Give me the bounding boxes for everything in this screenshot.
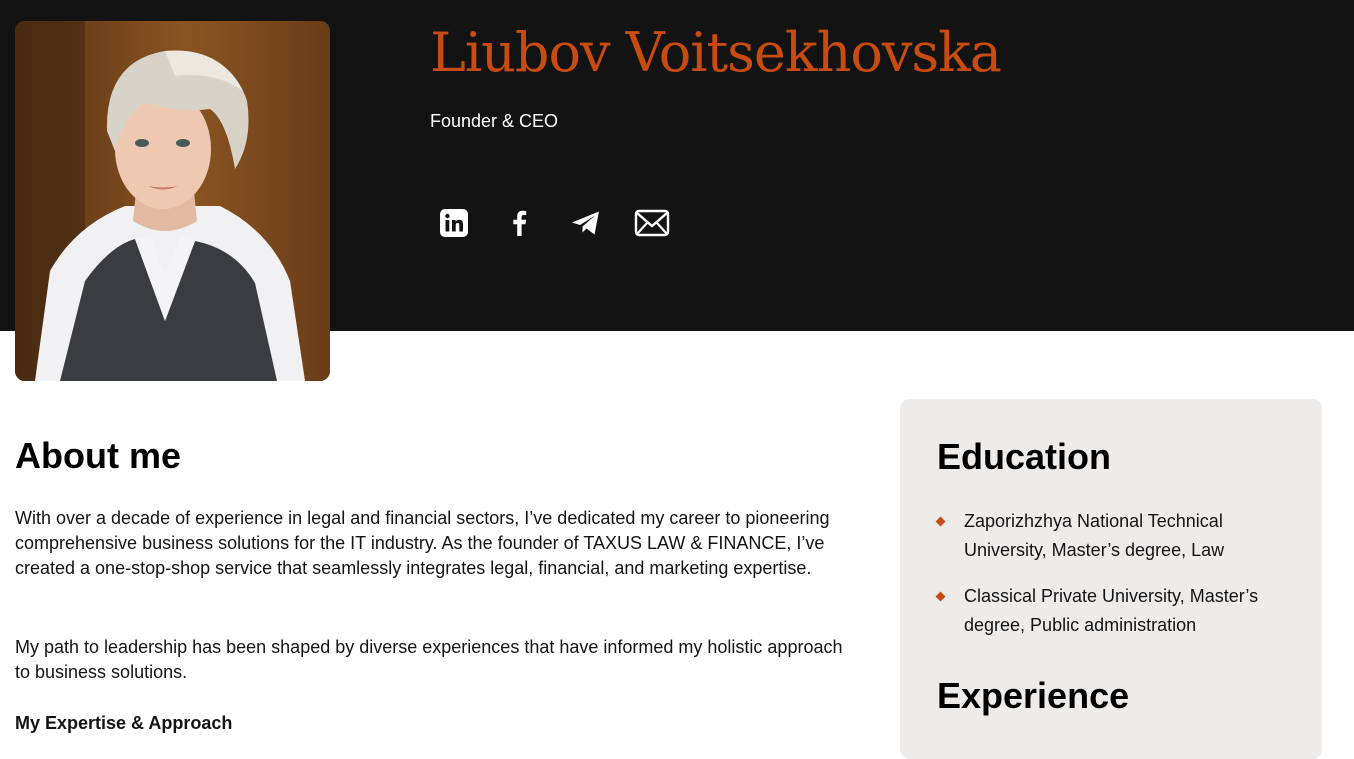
education-item-text: Zaporizhzhya National Technical Universi… — [964, 511, 1225, 560]
about-section: About me With over a decade of experienc… — [15, 430, 845, 733]
education-item-text: Classical Private University, Master’s d… — [964, 586, 1259, 635]
social-links — [436, 205, 670, 241]
experience-heading: Experience — [937, 675, 1130, 716]
about-paragraph: With over a decade of experience in lega… — [15, 508, 830, 578]
telegram-link[interactable] — [568, 205, 604, 241]
diamond-bullet-icon — [935, 591, 946, 602]
education-experience-card: Education Zaporizhzhya National Technica… — [900, 399, 1322, 759]
profile-title: Founder & CEO — [430, 111, 559, 131]
expertise-subheading: My Expertise & Approach — [15, 713, 233, 733]
email-icon — [634, 209, 670, 237]
linkedin-link[interactable] — [436, 205, 472, 241]
education-item: Classical Private University, Master’s d… — [935, 582, 1297, 640]
facebook-icon — [513, 210, 527, 236]
email-link[interactable] — [634, 205, 670, 241]
education-list: Zaporizhzhya National Technical Universi… — [935, 507, 1297, 657]
telegram-icon — [572, 211, 599, 235]
profile-photo — [15, 21, 330, 381]
portrait-image — [15, 21, 330, 381]
education-heading: Education — [937, 436, 1112, 477]
education-item: Zaporizhzhya National Technical Universi… — [935, 507, 1297, 565]
about-paragraph: My path to leadership has been shaped by… — [15, 637, 843, 682]
about-heading: About me — [15, 435, 181, 476]
profile-name: Liubov Voitsekhovska — [430, 21, 1002, 84]
facebook-link[interactable] — [502, 205, 538, 241]
diamond-bullet-icon — [935, 516, 946, 527]
linkedin-icon — [440, 209, 468, 237]
